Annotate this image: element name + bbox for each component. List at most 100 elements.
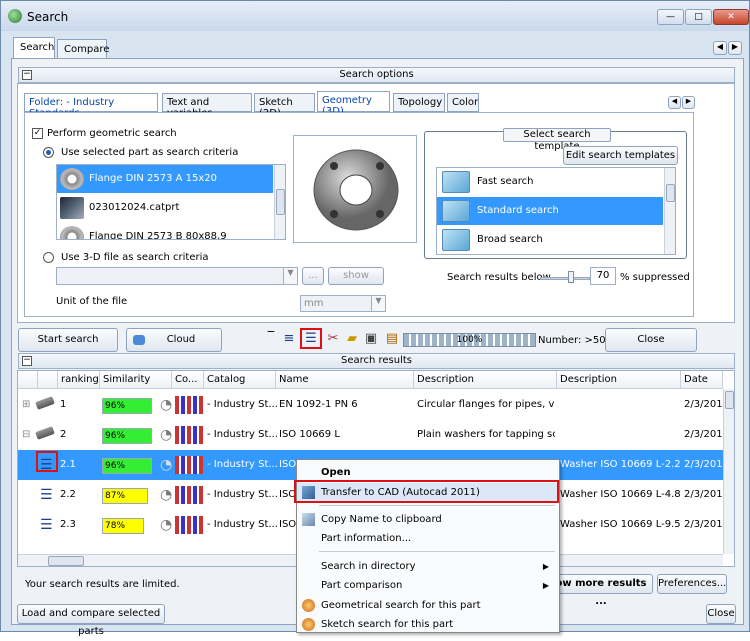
column-header[interactable]: Description [414, 371, 557, 389]
search-options-header[interactable]: − Search options [18, 67, 735, 83]
menu-item-sketch-search[interactable]: Sketch search for this part [297, 615, 559, 634]
search-results-header[interactable]: − Search results [18, 353, 735, 369]
subtab-scroll-right-icon[interactable]: ▶ [682, 96, 695, 109]
list-item[interactable]: Standard search [437, 197, 663, 225]
maximize-button[interactable]: □ [685, 9, 712, 25]
menu-label: Sketch search for this part [321, 619, 454, 630]
menu-item-part-comparison[interactable]: Part comparison ▶ [297, 576, 559, 595]
list-item[interactable]: Flange DIN 2573 B 80x88,9 [57, 223, 273, 239]
use-3d-file-radio[interactable] [43, 252, 54, 263]
load-compare-button[interactable]: Load and compare selected parts [17, 604, 165, 637]
list-item[interactable]: Broad search [437, 226, 663, 254]
window-title: Search [27, 10, 69, 24]
chevron-down-icon[interactable]: ▼ [371, 296, 385, 311]
column-header[interactable]: Catalog [204, 371, 276, 389]
tab-scroll-right-icon[interactable]: ▶ [728, 41, 742, 55]
scroll-thumb[interactable] [725, 391, 734, 409]
suppressed-input[interactable]: 70 [590, 267, 616, 285]
name-cell: ISO [279, 459, 297, 470]
scroll-thumb[interactable] [666, 184, 675, 202]
column-header[interactable]: Description [557, 371, 681, 389]
part-name: Flange DIN 2573 A 15x20 [89, 173, 217, 184]
description-cell: Plain washers for tapping scr... [417, 429, 555, 440]
minimize-button[interactable]: — [657, 9, 684, 25]
column-header[interactable] [18, 371, 38, 389]
sketch-search-icon [302, 618, 315, 631]
save-icon[interactable]: ▣ [363, 331, 379, 347]
use-selected-radio[interactable] [43, 147, 54, 158]
table-row[interactable]: ⊟ 2 96% ◔ - Industry St... ISO 10669 L P… [18, 420, 734, 450]
collapse-icon[interactable]: − [22, 70, 32, 80]
folder-icon[interactable]: ▰ [344, 331, 360, 347]
view-compact-icon[interactable]: ‾ [263, 330, 279, 346]
close-window-button[interactable]: ✕ [713, 9, 749, 25]
list-item[interactable]: 023012024.catprt [57, 194, 273, 222]
column-header[interactable]: Similarity [100, 371, 172, 389]
start-search-button[interactable]: Start search [18, 328, 118, 352]
description-cell: Washer ISO 10669 L-2.2 [560, 459, 680, 470]
menu-item-search-directory[interactable]: Search in directory ▶ [297, 557, 559, 576]
subtab-scroll-left-icon[interactable]: ◀ [668, 96, 681, 109]
list-item[interactable]: Fast search [437, 168, 663, 196]
menu-item-part-info[interactable]: Part information... [297, 529, 559, 548]
subtab-sketch-2d[interactable]: Sketch (2D) [254, 93, 315, 119]
tab-scroll-left-icon[interactable]: ◀ [713, 41, 727, 55]
edit-templates-button[interactable]: Edit search templates [563, 146, 678, 165]
column-header[interactable]: Co... [172, 371, 204, 389]
show-more-results-button[interactable]: ow more results ... [549, 574, 653, 607]
preferences-button[interactable]: Preferences... [657, 574, 727, 594]
collapse-icon[interactable]: − [22, 356, 32, 366]
subtab-geometry-3d[interactable]: Geometry (3D) [317, 91, 390, 117]
column-header[interactable]: Name [276, 371, 414, 389]
list-icon: ☰ [40, 487, 53, 503]
suppress-slider[interactable] [540, 277, 590, 280]
part-list-scrollbar[interactable] [274, 165, 285, 239]
slider-knob[interactable] [568, 271, 574, 283]
column-header[interactable] [38, 371, 58, 389]
close-button[interactable]: Close [706, 604, 736, 624]
table-row[interactable]: ⊞ 1 96% ◔ - Industry St... EN 1092-1 PN … [18, 390, 734, 420]
part-list[interactable]: Flange DIN 2573 A 15x20 023012024.catprt… [56, 164, 286, 240]
similarity-bar: 87% [102, 488, 148, 504]
column-header[interactable]: Date [681, 371, 723, 389]
template-list-scrollbar[interactable] [664, 168, 675, 254]
suppressed-label: % suppressed [620, 272, 690, 283]
template-list[interactable]: Fast search Standard search Broad search [436, 167, 676, 255]
tools-icon[interactable]: ✂ [325, 331, 341, 347]
cloud-navigator-button[interactable]: Cloud Navigator [126, 328, 222, 367]
expand-icon[interactable]: ⊞ [22, 390, 30, 420]
similarity-bar: 96% [102, 398, 152, 414]
submenu-arrow-icon: ▶ [542, 581, 549, 590]
column-header[interactable]: ranking [58, 371, 100, 389]
file-path-combo[interactable]: ▼ [56, 267, 298, 285]
subtab-topology[interactable]: Topology [393, 93, 445, 112]
expand-icon[interactable]: ⊟ [22, 420, 30, 450]
menu-item-copy-name[interactable]: Copy Name to clipboard [297, 510, 559, 529]
search-progress: 100% [403, 333, 536, 347]
scroll-thumb[interactable] [48, 556, 84, 566]
menu-item-geometric-search[interactable]: Geometrical search for this part [297, 596, 559, 615]
flags-icon [175, 516, 203, 534]
view-list-icon[interactable]: ≡ [281, 331, 297, 347]
perform-geometric-checkbox[interactable]: ✓ [32, 128, 43, 139]
browse-button[interactable]: ... [302, 267, 324, 285]
subtab-folder[interactable]: Folder: - Industry Standards - [24, 93, 158, 119]
rank-cell: 2.2 [60, 489, 76, 500]
export-icon[interactable]: ▤ [384, 331, 400, 347]
view-details-highlight [300, 328, 322, 349]
close-options-button[interactable]: Close [605, 328, 697, 352]
date-cell: 2/3/2012 [684, 489, 726, 500]
flange-preview-image [313, 149, 399, 231]
subtab-text-variables[interactable]: Text and variables [162, 93, 252, 119]
scroll-thumb[interactable] [276, 189, 285, 215]
list-item[interactable]: Flange DIN 2573 A 15x20 [57, 165, 273, 193]
part-icon: ◔ [160, 457, 173, 473]
results-scrollbar[interactable] [723, 389, 734, 554]
subtab-color[interactable]: Color [447, 93, 479, 112]
chevron-down-icon[interactable]: ▼ [283, 268, 297, 284]
unit-label: Unit of the file [56, 296, 128, 307]
row-icon-highlight [36, 451, 58, 472]
unit-combo[interactable]: mm ▼ [300, 295, 386, 312]
show-button[interactable]: show [328, 267, 384, 285]
menu-label: Open [321, 467, 351, 478]
